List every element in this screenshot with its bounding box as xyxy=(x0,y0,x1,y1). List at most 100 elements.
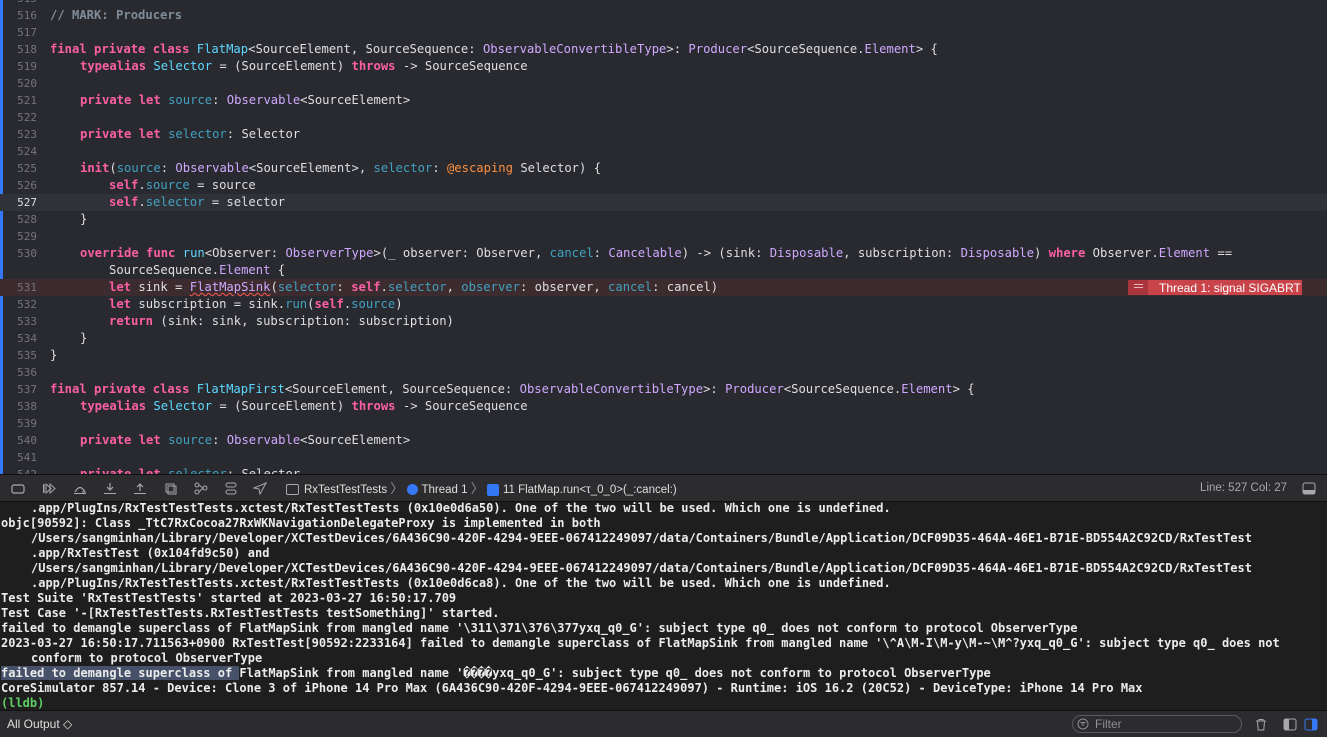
code-token: = (SourceElement) xyxy=(212,59,352,73)
code-token: : Selector xyxy=(226,127,301,141)
simulate-location-icon[interactable] xyxy=(253,482,267,495)
hide-debug-area-icon[interactable] xyxy=(11,482,25,495)
trash-icon[interactable] xyxy=(1254,718,1268,731)
line-number[interactable]: 521 xyxy=(0,92,37,109)
line-number[interactable]: 530 xyxy=(0,245,37,262)
step-over-icon[interactable] xyxy=(73,482,87,495)
console-line: 2023-03-27 16:50:17.711563+0900 RxTestTe… xyxy=(1,636,1280,651)
breadcrumb-scheme[interactable]: RxTestTestTests xyxy=(304,484,387,496)
code-token: source xyxy=(168,93,213,107)
code-text: final private class FlatMapFirst<SourceE… xyxy=(50,381,975,398)
code-token: <SourceSequence. xyxy=(747,42,865,56)
code-token: override func xyxy=(80,246,183,260)
toggle-panel-icon[interactable] xyxy=(1302,482,1316,495)
continue-icon[interactable] xyxy=(42,482,56,495)
code-line: 527 self.selector = selector xyxy=(0,194,1327,211)
console-output[interactable]: .app/PlugIns/RxTestTestTests.xctest/RxTe… xyxy=(0,502,1327,710)
line-number[interactable]: 529 xyxy=(0,228,37,245)
line-number[interactable]: 536 xyxy=(0,364,37,381)
console-text: /Users/sangminhan/Library/Developer/XCTe… xyxy=(31,531,1252,545)
console-line: .app/RxTestTest (0x104fd9c50) and xyxy=(31,546,269,561)
console-text: objc[90592]: Class _TtC7RxCocoa27RxWKNav… xyxy=(1,516,601,530)
filter-input[interactable] xyxy=(1093,716,1237,732)
line-number[interactable]: 541 xyxy=(0,449,37,466)
code-token: // MARK: Producers xyxy=(50,8,183,22)
line-number[interactable]: 524 xyxy=(0,143,37,160)
code-token: Element xyxy=(219,263,271,277)
line-number[interactable]: 522 xyxy=(0,109,37,126)
code-token: (sink: sink, subscription: subscription) xyxy=(160,314,454,328)
code-text: SourceSequence.Element { xyxy=(109,262,285,279)
line-number[interactable]: 526 xyxy=(0,177,37,194)
step-out-icon[interactable] xyxy=(133,482,147,495)
code-token: Element xyxy=(864,42,916,56)
code-token: Producer xyxy=(688,42,748,56)
line-number[interactable]: 532 xyxy=(0,296,37,313)
line-number[interactable]: 525 xyxy=(0,160,37,177)
console-line: /Users/sangminhan/Library/Developer/XCTe… xyxy=(31,531,1252,546)
line-number[interactable]: 534 xyxy=(0,330,37,347)
line-number[interactable]: 542 xyxy=(0,466,37,474)
code-token: selector xyxy=(145,195,205,209)
code-line: 536 xyxy=(0,364,1327,381)
line-number[interactable]: 531 xyxy=(0,279,37,296)
error-annotation[interactable]: Thread 1: signal SIGABRT xyxy=(1128,280,1302,295)
line-number[interactable]: 528 xyxy=(0,211,37,228)
variables-view-icon[interactable] xyxy=(1283,718,1297,731)
code-token: FlatMap xyxy=(196,42,249,56)
code-token: ObservableConvertibleType xyxy=(482,42,667,56)
stack-frame-icon xyxy=(486,483,499,496)
line-number[interactable]: 540 xyxy=(0,432,37,449)
code-text: let sink = FlatMapSink(selector: self.se… xyxy=(109,279,718,296)
line-number[interactable]: 535 xyxy=(0,347,37,364)
line-number[interactable]: 517 xyxy=(0,24,37,41)
code-text: let subscription = sink.run(self.source) xyxy=(109,296,403,313)
code-line: 517 xyxy=(0,24,1327,41)
breadcrumb-thread[interactable]: Thread 1 xyxy=(422,484,468,496)
source-editor[interactable]: 515516 // MARK: Producers 517518 final priv… xyxy=(0,0,1327,474)
code-token: selector xyxy=(168,467,227,474)
environment-overrides-icon[interactable] xyxy=(224,482,238,495)
line-number[interactable]: 518 xyxy=(0,41,37,58)
code-token: return xyxy=(109,314,161,328)
code-token: Selector) { xyxy=(512,161,602,175)
line-number[interactable]: 523 xyxy=(0,126,37,143)
debug-bar: RxTestTestTests 〉 Thread 1 〉 11 FlatMap.… xyxy=(0,474,1327,502)
code-token: : cancel) xyxy=(652,280,719,294)
output-selector[interactable]: All Output ◇ xyxy=(7,711,72,737)
code-token: ObserverType xyxy=(285,246,374,260)
console-text: conform to protocol ObserverType xyxy=(31,651,263,665)
line-number[interactable]: 515 xyxy=(0,0,37,7)
line-number[interactable]: 537 xyxy=(0,381,37,398)
line-number[interactable]: 516 xyxy=(0,7,37,24)
memory-graph-icon[interactable] xyxy=(194,482,208,495)
console-line: Test Suite 'RxTestTestTests' started at … xyxy=(1,591,456,606)
cursor-position: Line: 527 Col: 27 xyxy=(1200,482,1287,494)
console-line: objc[90592]: Class _TtC7RxCocoa27RxWKNav… xyxy=(1,516,601,531)
console-line: conform to protocol ObserverType xyxy=(31,651,262,666)
console-line: .app/PlugIns/RxTestTestTests.xctest/RxTe… xyxy=(31,502,891,516)
line-number[interactable]: 520 xyxy=(0,75,37,92)
code-line: 529 xyxy=(0,228,1327,245)
code-line: 542 private let selector: Selector xyxy=(0,466,1327,474)
line-number[interactable]: 539 xyxy=(0,415,37,432)
code-line: 525 init(source: Observable<SourceElement… xyxy=(0,160,1327,177)
console-line: failed to demangle superclass of FlatMap… xyxy=(1,666,991,681)
line-number[interactable]: 519 xyxy=(0,58,37,75)
view-hierarchy-icon[interactable] xyxy=(164,482,178,495)
code-token: throws xyxy=(351,399,396,413)
console-text: FlatMapSink from mangled name '����yxq_q… xyxy=(239,666,991,680)
code-token: <SourceElement, SourceSequence: xyxy=(248,42,483,56)
breadcrumb-frame[interactable]: 11 FlatMap.run<τ_0_0>(_:cancel:) xyxy=(503,484,677,496)
breadcrumb: RxTestTestTests 〉 Thread 1 〉 11 FlatMap.… xyxy=(286,475,677,502)
code-token: observer xyxy=(461,280,520,294)
line-number[interactable]: 533 xyxy=(0,313,37,330)
code-text: return (sink: sink, subscription: subscr… xyxy=(109,313,454,330)
line-number[interactable]: 527 xyxy=(0,194,37,211)
step-into-icon[interactable] xyxy=(103,482,117,495)
line-number[interactable]: 538 xyxy=(0,398,37,415)
console-view-icon[interactable] xyxy=(1304,718,1318,731)
filter-field[interactable] xyxy=(1072,715,1242,733)
code-token: self xyxy=(109,178,139,192)
code-token: Observable xyxy=(226,433,301,447)
